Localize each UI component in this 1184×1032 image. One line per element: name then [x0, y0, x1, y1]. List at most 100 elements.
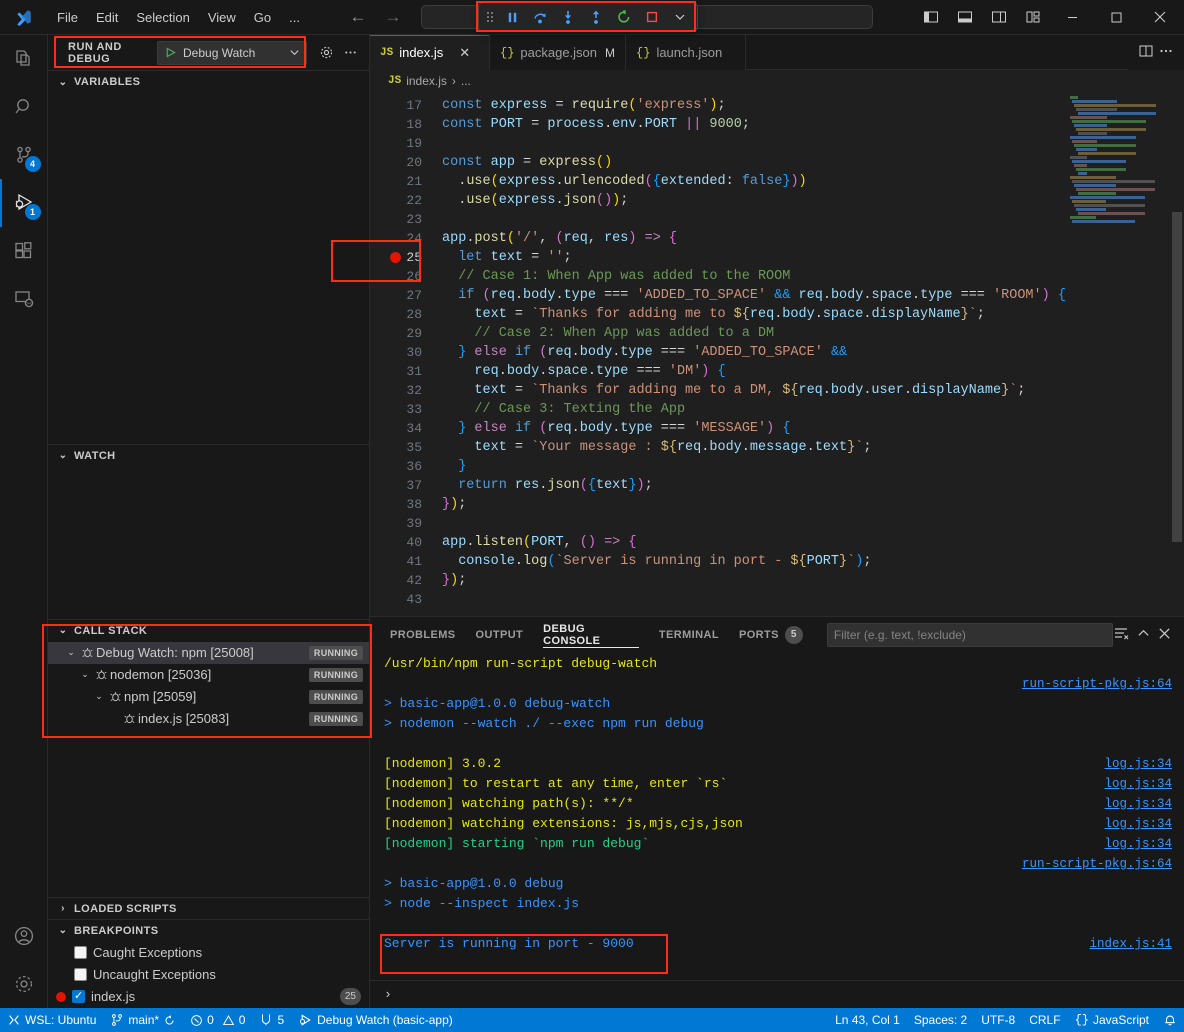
- activity-item-extensions[interactable]: [0, 227, 48, 275]
- activity-item-explorer[interactable]: [0, 35, 48, 83]
- sidebar-more-actions-icon[interactable]: [339, 42, 361, 64]
- close-icon[interactable]: ✕: [459, 45, 470, 61]
- minimize-button[interactable]: [1050, 0, 1094, 34]
- breadcrumb-file[interactable]: index.js: [406, 74, 447, 88]
- console-source-link[interactable]: log.js:34: [1104, 794, 1172, 814]
- tab-output[interactable]: OUTPUT: [466, 617, 534, 652]
- status-remote-label: WSL: Ubuntu: [25, 1013, 96, 1027]
- chevron-down-icon[interactable]: ⌄: [78, 669, 92, 680]
- go-forward-icon[interactable]: →: [384, 7, 401, 27]
- tab-terminal[interactable]: TERMINAL: [649, 617, 729, 652]
- breakpoint-row[interactable]: Caught Exceptions: [48, 942, 369, 964]
- toggle-primary-sidebar-icon[interactable]: [914, 2, 948, 32]
- clear-console-icon[interactable]: [1113, 625, 1130, 645]
- call-stack-row[interactable]: ⌄ nodemon [25036] RUNNING: [48, 664, 369, 686]
- split-editor-icon[interactable]: [1138, 43, 1154, 62]
- editor-vertical-scrollbar[interactable]: [1170, 92, 1184, 616]
- step-over-button[interactable]: [527, 5, 553, 29]
- activity-item-accounts[interactable]: [0, 912, 48, 960]
- step-into-button[interactable]: [555, 5, 581, 29]
- close-button[interactable]: [1138, 0, 1182, 34]
- console-source-link[interactable]: log.js:34: [1104, 774, 1172, 794]
- console-source-link[interactable]: run-script-pkg.js:64: [1022, 854, 1172, 874]
- drag-handle-icon[interactable]: [483, 9, 497, 25]
- status-branch[interactable]: main*: [103, 1008, 183, 1032]
- stop-button[interactable]: [639, 5, 665, 29]
- debug-console-input[interactable]: ›: [370, 980, 1184, 1008]
- chevron-down-icon[interactable]: ⌄: [92, 691, 106, 702]
- breadcrumb-rest[interactable]: ...: [461, 74, 471, 88]
- editor-minimap[interactable]: [1070, 92, 1170, 616]
- status-remote-indicator[interactable]: WSL: Ubuntu: [0, 1008, 103, 1032]
- breakpoint-marker[interactable]: [390, 252, 401, 263]
- tab-debug-console[interactable]: DEBUG CONSOLE: [533, 617, 649, 652]
- chevron-down-icon[interactable]: [667, 5, 693, 29]
- status-encoding[interactable]: UTF-8: [974, 1008, 1022, 1032]
- tab-problems[interactable]: PROBLEMS: [380, 617, 466, 652]
- status-indentation[interactable]: Spaces: 2: [907, 1008, 974, 1032]
- open-launch-settings-icon[interactable]: [315, 42, 337, 64]
- pane-header-breakpoints[interactable]: ⌄ BREAKPOINTS: [48, 920, 369, 942]
- console-source-link[interactable]: run-script-pkg.js:64: [1022, 674, 1172, 694]
- console-source-link[interactable]: log.js:34: [1104, 814, 1172, 834]
- debug-console-output[interactable]: /usr/bin/npm run-script debug-watchrun-s…: [370, 652, 1184, 980]
- chevron-down-icon[interactable]: ⌄: [64, 647, 78, 658]
- launch-configuration-select[interactable]: Debug Watch: [157, 41, 307, 65]
- menu-view[interactable]: View: [199, 7, 245, 28]
- status-language-mode[interactable]: {} JavaScript: [1068, 1008, 1156, 1032]
- console-source-link[interactable]: log.js:34: [1104, 754, 1172, 774]
- call-stack-row[interactable]: index.js [25083] RUNNING: [48, 708, 369, 730]
- menu-go[interactable]: Go: [245, 7, 280, 28]
- menu-selection[interactable]: Selection: [127, 7, 198, 28]
- pane-header-call-stack[interactable]: ⌄ CALL STACK: [48, 620, 369, 642]
- console-source-link[interactable]: log.js:34: [1104, 834, 1172, 854]
- pane-header-loaded-scripts[interactable]: › LOADED SCRIPTS: [48, 898, 369, 920]
- activity-item-source-control[interactable]: 4: [0, 131, 48, 179]
- status-cursor-position[interactable]: Ln 43, Col 1: [828, 1008, 907, 1032]
- editor-gutter[interactable]: 1718192021222324252627282930313233343536…: [370, 92, 442, 616]
- status-eol[interactable]: CRLF: [1022, 1008, 1067, 1032]
- go-back-icon[interactable]: ←: [349, 7, 366, 27]
- pause-button[interactable]: [499, 5, 525, 29]
- line-number: 37: [370, 476, 442, 495]
- call-stack-row[interactable]: ⌄ Debug Watch: npm [25008] RUNNING: [48, 642, 369, 664]
- tab-ports[interactable]: PORTS 5: [729, 617, 813, 652]
- breakpoint-row[interactable]: index.js 25: [48, 986, 369, 1008]
- activity-item-run-and-debug[interactable]: 1: [0, 179, 48, 227]
- call-stack-row[interactable]: ⌄ npm [25059] RUNNING: [48, 686, 369, 708]
- scrollbar-thumb[interactable]: [1172, 212, 1182, 542]
- sidebar-header: RUN AND DEBUG Debug Watch: [48, 35, 369, 70]
- status-ports[interactable]: 5: [252, 1008, 291, 1032]
- tab-index-js[interactable]: JS index.js ✕: [370, 35, 490, 70]
- toggle-secondary-sidebar-icon[interactable]: [982, 2, 1016, 32]
- step-out-button[interactable]: [583, 5, 609, 29]
- close-panel-icon[interactable]: [1157, 626, 1172, 644]
- toggle-panel-icon[interactable]: [948, 2, 982, 32]
- maximize-panel-icon[interactable]: [1136, 626, 1151, 644]
- breakpoint-checkbox[interactable]: [74, 968, 87, 981]
- menu-edit[interactable]: Edit: [87, 7, 127, 28]
- tab-launch-json[interactable]: {} launch.json: [626, 35, 746, 70]
- menu-more[interactable]: ...: [280, 7, 309, 28]
- console-filter-input[interactable]: [834, 628, 1106, 642]
- editor-more-actions-icon[interactable]: [1158, 43, 1174, 62]
- pane-header-watch[interactable]: ⌄ WATCH: [48, 445, 369, 467]
- customize-layout-icon[interactable]: [1016, 2, 1050, 32]
- pane-header-variables[interactable]: ⌄ VARIABLES: [48, 71, 369, 93]
- breakpoint-row[interactable]: Uncaught Exceptions: [48, 964, 369, 986]
- menu-file[interactable]: File: [48, 7, 87, 28]
- breakpoint-checkbox[interactable]: [72, 990, 85, 1003]
- tab-package-json[interactable]: {} package.json M: [490, 35, 626, 70]
- status-notifications[interactable]: [1156, 1008, 1184, 1032]
- console-filter[interactable]: [827, 623, 1113, 647]
- breakpoint-checkbox[interactable]: [74, 946, 87, 959]
- restart-button[interactable]: [611, 5, 637, 29]
- activity-item-search[interactable]: [0, 83, 48, 131]
- breakpoints-list: Caught Exceptions Uncaught Exceptions in…: [48, 942, 369, 1008]
- activity-item-settings[interactable]: [0, 960, 48, 1008]
- status-problems[interactable]: 0 0: [183, 1008, 252, 1032]
- status-debug-session[interactable]: Debug Watch (basic-app): [291, 1008, 460, 1032]
- maximize-button[interactable]: [1094, 0, 1138, 34]
- activity-item-remote-explorer[interactable]: ><: [0, 275, 48, 323]
- console-source-link[interactable]: index.js:41: [1089, 934, 1172, 954]
